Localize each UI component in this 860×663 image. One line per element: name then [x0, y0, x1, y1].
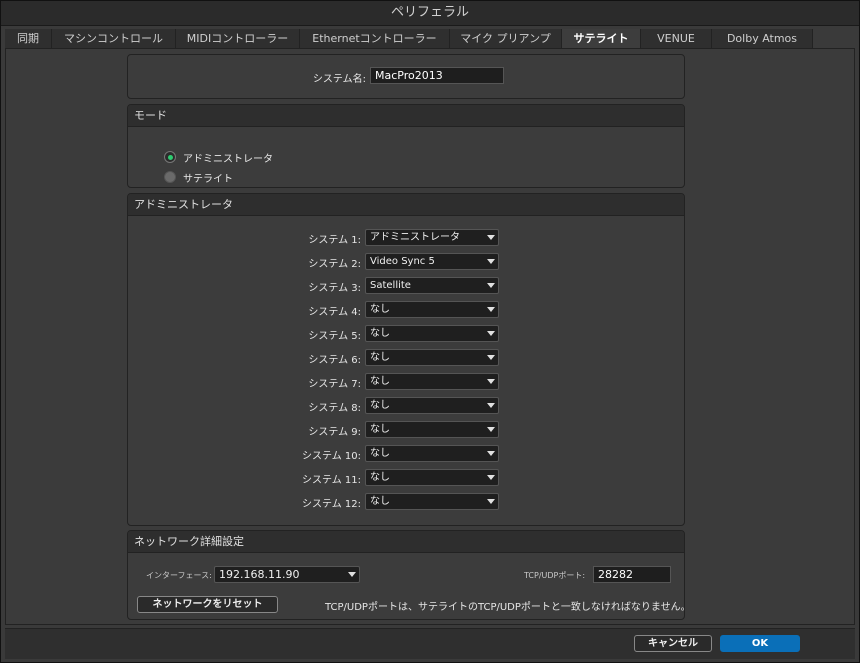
system-1-label: システム 1: — [308, 235, 361, 246]
administrator-header: アドミニストレータ — [128, 194, 684, 216]
network-header: ネットワーク詳細設定 — [128, 531, 684, 553]
radio-selected-icon — [164, 151, 176, 163]
system-12-select[interactable]: なし — [365, 493, 499, 510]
tab-midi-controller[interactable]: MIDIコントローラー — [176, 29, 300, 48]
system-7-value: なし — [370, 376, 390, 387]
system-row-9: システム 9: なし — [128, 421, 684, 438]
system-4-value: なし — [370, 304, 390, 315]
chevron-down-icon — [487, 475, 495, 480]
system-11-select[interactable]: なし — [365, 469, 499, 486]
tab-machine-control[interactable]: マシンコントロール — [52, 29, 176, 48]
chevron-down-icon — [487, 259, 495, 264]
tab-sync[interactable]: 同期 — [5, 29, 52, 48]
system-7-label: システム 7: — [308, 379, 361, 390]
system-1-select[interactable]: アドミニストレータ — [365, 229, 499, 246]
system-9-label: システム 9: — [308, 427, 361, 438]
tab-ethernet-controller[interactable]: Ethernetコントローラー — [300, 29, 450, 48]
interface-value: 192.168.11.90 — [219, 568, 300, 581]
mode-header: モード — [128, 105, 684, 127]
tab-satellite[interactable]: サテライト — [562, 29, 641, 48]
mode-option-admin-label: アドミニストレータ — [183, 153, 273, 165]
system-row-6: システム 6: なし — [128, 349, 684, 366]
chevron-down-icon — [487, 331, 495, 336]
chevron-down-icon — [487, 499, 495, 504]
system-6-label: システム 6: — [308, 355, 361, 366]
chevron-down-icon — [487, 379, 495, 384]
system-6-value: なし — [370, 352, 390, 363]
window-title: ペリフェラル — [1, 1, 859, 26]
cancel-button[interactable]: キャンセル — [634, 635, 712, 652]
chevron-down-icon — [487, 403, 495, 408]
dialog-footer: キャンセル OK — [5, 628, 855, 659]
tab-mic-preamp[interactable]: マイク プリアンプ — [450, 29, 562, 48]
chevron-down-icon — [487, 355, 495, 360]
radio-unselected-icon — [164, 171, 176, 183]
system-name-label: システム名: — [312, 74, 366, 85]
chevron-down-icon — [487, 451, 495, 456]
chevron-down-icon — [487, 427, 495, 432]
port-input[interactable]: 28282 — [593, 566, 671, 583]
system-5-select[interactable]: なし — [365, 325, 499, 342]
system-1-value: アドミニストレータ — [370, 232, 460, 243]
tab-venue[interactable]: VENUE — [641, 29, 712, 48]
system-row-3: システム 3: Satellite — [128, 277, 684, 294]
system-10-select[interactable]: なし — [365, 445, 499, 462]
system-12-value: なし — [370, 496, 390, 507]
mode-option-admin[interactable]: アドミニストレータ — [164, 150, 273, 165]
system-8-label: システム 8: — [308, 403, 361, 414]
system-2-label: システム 2: — [308, 259, 361, 270]
system-5-value: なし — [370, 328, 390, 339]
system-3-value: Satellite — [370, 280, 411, 291]
system-4-label: システム 4: — [308, 307, 361, 318]
system-12-label: システム 12: — [302, 499, 361, 510]
system-11-value: なし — [370, 472, 390, 483]
system-8-select[interactable]: なし — [365, 397, 499, 414]
tab-dolby-atmos[interactable]: Dolby Atmos — [712, 29, 813, 48]
system-row-5: システム 5: なし — [128, 325, 684, 342]
system-10-value: なし — [370, 448, 390, 459]
system-10-label: システム 10: — [302, 451, 361, 462]
system-3-select[interactable]: Satellite — [365, 277, 499, 294]
system-4-select[interactable]: なし — [365, 301, 499, 318]
mode-option-satellite-label: サテライト — [183, 173, 233, 185]
chevron-down-icon — [348, 572, 356, 577]
interface-select[interactable]: 192.168.11.90 — [214, 566, 360, 583]
chevron-down-icon — [487, 283, 495, 288]
system-6-select[interactable]: なし — [365, 349, 499, 366]
system-8-value: なし — [370, 400, 390, 411]
system-9-value: なし — [370, 424, 390, 435]
system-2-value: Video Sync 5 — [370, 256, 435, 267]
system-row-1: システム 1: アドミニストレータ — [128, 229, 684, 246]
reset-network-button[interactable]: ネットワークをリセット — [137, 596, 278, 613]
administrator-panel: アドミニストレータ システム 1: アドミニストレータ システム 2: Vide… — [127, 193, 685, 526]
system-7-select[interactable]: なし — [365, 373, 499, 390]
system-9-select[interactable]: なし — [365, 421, 499, 438]
network-panel: ネットワーク詳細設定 インターフェース: 192.168.11.90 TCP/U… — [127, 530, 685, 620]
chevron-down-icon — [487, 307, 495, 312]
system-name-panel: システム名: MacPro2013 — [127, 54, 685, 99]
port-note: TCP/UDPポートは、サテライトのTCP/UDPポートと一致しなければなりませ… — [325, 602, 685, 613]
system-5-label: システム 5: — [308, 331, 361, 342]
system-row-7: システム 7: なし — [128, 373, 684, 390]
interface-label: インターフェース: — [146, 571, 212, 580]
port-label: TCP/UDPポート: — [524, 571, 586, 580]
satellite-pane: システム名: MacPro2013 モード アドミニストレータ サテライト アド… — [5, 49, 855, 625]
system-row-8: システム 8: なし — [128, 397, 684, 414]
system-3-label: システム 3: — [308, 283, 361, 294]
system-row-11: システム 11: なし — [128, 469, 684, 486]
mode-option-satellite[interactable]: サテライト — [164, 170, 233, 185]
system-row-4: システム 4: なし — [128, 301, 684, 318]
system-11-label: システム 11: — [302, 475, 361, 486]
tab-bar: 同期 マシンコントロール MIDIコントローラー Ethernetコントローラー… — [5, 29, 855, 49]
system-row-2: システム 2: Video Sync 5 — [128, 253, 684, 270]
chevron-down-icon — [487, 235, 495, 240]
system-row-12: システム 12: なし — [128, 493, 684, 510]
mode-panel: モード アドミニストレータ サテライト — [127, 104, 685, 188]
peripherals-window: ペリフェラル 同期 マシンコントロール MIDIコントローラー Ethernet… — [0, 0, 860, 663]
system-name-input[interactable]: MacPro2013 — [370, 67, 504, 84]
system-row-10: システム 10: なし — [128, 445, 684, 462]
system-2-select[interactable]: Video Sync 5 — [365, 253, 499, 270]
ok-button[interactable]: OK — [720, 635, 800, 652]
